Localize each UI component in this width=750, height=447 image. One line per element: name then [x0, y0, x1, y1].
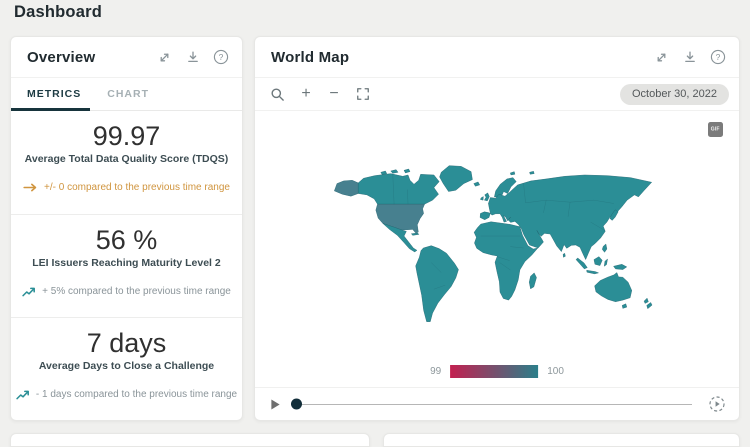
metric-trend-text: - 1 days compared to the previous time r… — [36, 389, 237, 400]
svg-text:?: ? — [715, 52, 720, 62]
metric-label: Average Total Data Quality Score (TDQS) — [19, 153, 234, 165]
loop-playback-icon[interactable] — [708, 395, 726, 413]
tab-chart[interactable]: CHART — [94, 78, 162, 110]
timeline-player — [255, 387, 739, 420]
overview-panel: Overview ? METRICS CHART 99.97 Average T… — [10, 36, 243, 421]
overview-header: Overview ? — [11, 37, 242, 78]
partial-panel-left — [10, 433, 370, 447]
land-philippines[interactable] — [602, 244, 607, 252]
metrics-list: 99.97 Average Total Data Quality Score (… — [11, 111, 242, 420]
land-sulawesi[interactable] — [604, 259, 607, 266]
metric-challenge-days: 7 days Average Days to Close a Challenge… — [11, 317, 242, 420]
metric-tdqs: 99.97 Average Total Data Quality Score (… — [11, 111, 242, 214]
help-icon[interactable]: ? — [212, 49, 229, 66]
metric-trend-text: + 5% compared to the previous time range — [42, 286, 231, 297]
date-chip[interactable]: October 30, 2022 — [620, 84, 729, 105]
metric-label: LEI Issuers Reaching Maturity Level 2 — [19, 257, 234, 269]
world-map-title: World Map — [271, 49, 653, 66]
metric-trend: + 5% compared to the previous time range — [19, 286, 234, 297]
overview-tabs: METRICS CHART — [11, 78, 242, 111]
legend-gradient-bar — [450, 365, 538, 378]
land-canada[interactable] — [358, 174, 439, 205]
land-australia[interactable] — [595, 273, 632, 302]
next-row-panels — [10, 433, 740, 447]
slider-handle[interactable] — [291, 399, 302, 410]
overview-actions: ? — [156, 49, 229, 66]
fit-screen-icon[interactable] — [354, 86, 371, 103]
metric-trend: +/- 0 compared to the previous time rang… — [19, 182, 234, 193]
land-sri-lanka[interactable] — [563, 253, 565, 257]
land-iceland[interactable] — [474, 182, 480, 186]
play-button[interactable] — [270, 398, 281, 411]
overview-title: Overview — [27, 49, 156, 66]
land-cuba[interactable] — [411, 233, 419, 235]
land-new-guinea[interactable] — [614, 264, 627, 269]
legend-min-label: 99 — [430, 366, 441, 377]
land-java[interactable] — [587, 270, 599, 274]
flat-arrow-icon — [23, 183, 38, 192]
metric-trend: - 1 days compared to the previous time r… — [19, 389, 234, 400]
land-usa[interactable] — [376, 204, 425, 233]
metric-maturity: 56 % LEI Issuers Reaching Maturity Level… — [11, 214, 242, 317]
land-greenland[interactable] — [440, 166, 473, 192]
legend-max-label: 100 — [547, 366, 564, 377]
help-icon[interactable]: ? — [709, 49, 726, 66]
gif-badge[interactable]: GIF — [708, 122, 723, 137]
download-icon[interactable] — [681, 49, 698, 66]
trend-up-icon — [22, 287, 36, 297]
world-map-header: World Map ? — [255, 37, 739, 78]
land-madagascar[interactable] — [529, 273, 536, 289]
land-uk[interactable] — [484, 193, 489, 201]
map-color-legend: 99 100 — [430, 365, 564, 378]
world-map-actions: ? — [653, 49, 726, 66]
map-countries — [334, 166, 652, 322]
map-toolbar: + − October 30, 2022 — [255, 78, 739, 111]
metric-trend-text: +/- 0 compared to the previous time rang… — [44, 182, 230, 193]
page-title: Dashboard — [14, 3, 102, 22]
zoom-out-icon[interactable]: − — [326, 86, 342, 102]
dashboard-row: Overview ? METRICS CHART 99.97 Average T… — [10, 36, 740, 421]
metric-label: Average Days to Close a Challenge — [19, 360, 234, 372]
land-ireland[interactable] — [480, 197, 483, 201]
land-south-america[interactable] — [416, 246, 459, 322]
timeline-slider[interactable] — [291, 397, 692, 411]
land-new-zealand[interactable] — [644, 298, 652, 309]
search-icon[interactable] — [269, 86, 286, 103]
world-map-graphic[interactable] — [324, 163, 656, 329]
world-map-panel: World Map ? + − October 3 — [254, 36, 740, 421]
metric-value: 99.97 — [19, 121, 234, 152]
map-area[interactable]: GIF — [255, 111, 739, 387]
land-svalbard[interactable] — [510, 171, 534, 175]
land-arctic-islands[interactable] — [381, 169, 410, 175]
zoom-in-icon[interactable]: + — [298, 86, 314, 102]
partial-panel-right — [383, 433, 740, 447]
metric-value: 7 days — [19, 328, 234, 359]
land-alaska[interactable] — [334, 180, 358, 196]
metric-value: 56 % — [19, 225, 234, 256]
land-borneo[interactable] — [594, 257, 602, 266]
land-tasmania[interactable] — [622, 304, 627, 309]
slider-track[interactable] — [291, 404, 692, 405]
expand-icon[interactable] — [653, 49, 670, 66]
tab-metrics[interactable]: METRICS — [11, 78, 94, 110]
expand-icon[interactable] — [156, 49, 173, 66]
svg-text:?: ? — [218, 52, 223, 62]
download-icon[interactable] — [184, 49, 201, 66]
trend-up-icon — [16, 390, 30, 400]
